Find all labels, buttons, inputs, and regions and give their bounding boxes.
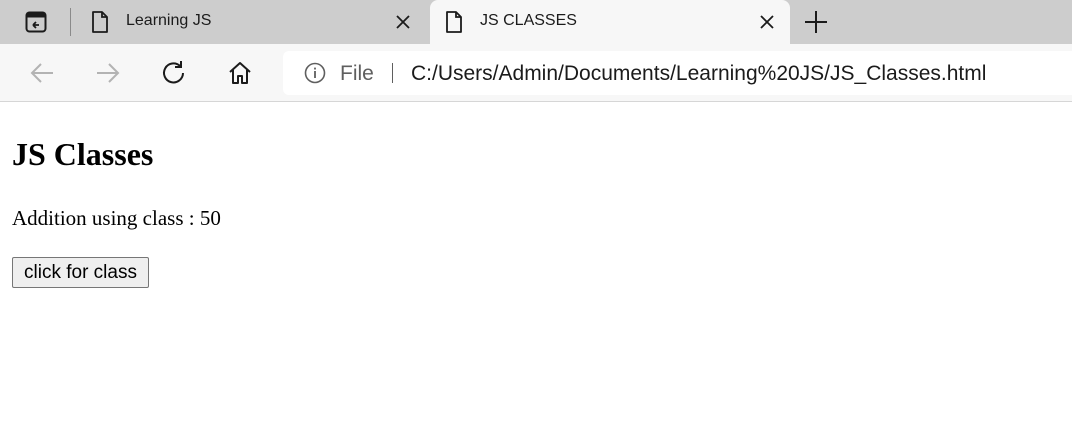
page-heading: JS Classes [12,136,154,172]
tab-actions-button[interactable] [14,8,58,36]
page-icon [92,11,108,33]
tab-actions-icon [25,11,47,33]
close-icon[interactable] [394,13,412,31]
url-text[interactable]: C:/Users/Admin/Documents/Learning%20JS/J… [411,62,986,86]
tab-js-classes[interactable]: JS CLASSES [430,0,790,44]
tab-separator [70,8,71,36]
back-arrow-icon[interactable] [28,59,56,87]
result-value: 50 [199,206,221,230]
info-icon[interactable] [304,62,326,84]
refresh-icon[interactable] [160,59,188,87]
scheme-label: File [340,62,374,85]
home-icon[interactable] [226,59,254,87]
result-label: Addition using class : [12,206,200,230]
result-line: Addition using class : 50 [12,206,221,231]
tab-strip: Learning JS JS CLASSES [0,0,1072,44]
toolbar: File C:/Users/Admin/Documents/Learning%2… [0,44,1072,102]
tab-title: Learning JS [126,12,212,29]
close-icon[interactable] [758,13,776,31]
plus-icon[interactable] [802,8,830,36]
click-for-class-button[interactable]: click for class [12,257,149,288]
tab-learning-js[interactable]: Learning JS [76,0,426,44]
address-bar[interactable]: File C:/Users/Admin/Documents/Learning%2… [283,51,1072,95]
forward-arrow-icon[interactable] [94,59,122,87]
address-divider [392,63,393,83]
tab-title: JS CLASSES [480,12,577,29]
page-icon [446,11,462,33]
